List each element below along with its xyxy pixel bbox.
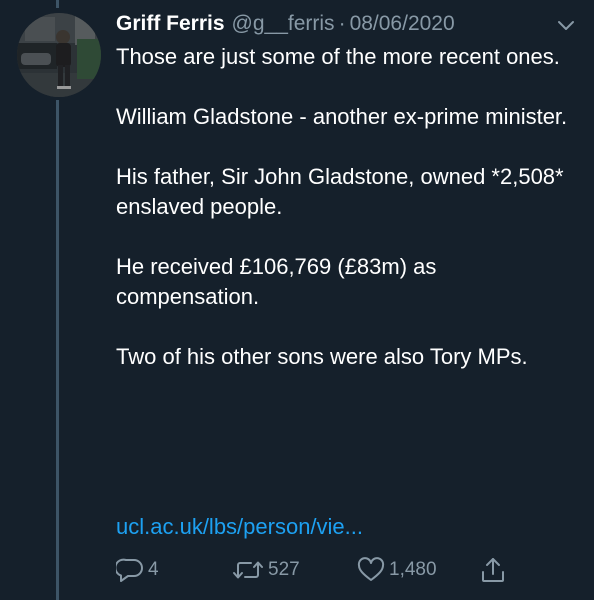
thread-line	[56, 100, 59, 600]
display-name[interactable]: Griff Ferris	[116, 12, 225, 36]
reply-count: 4	[148, 559, 159, 580]
avatar[interactable]	[17, 13, 101, 97]
chevron-down-icon[interactable]	[556, 19, 576, 33]
avatar-photo	[17, 13, 101, 97]
retweet-button[interactable]: 527	[232, 555, 300, 585]
tweet-paragraph: Those are just some of the more recent o…	[116, 44, 560, 69]
reply-button[interactable]: 4	[116, 555, 159, 585]
like-count: 1,480	[389, 559, 437, 580]
tweet-date[interactable]: 08/06/2020	[350, 12, 455, 36]
action-bar: 4 527 1,480	[116, 555, 586, 585]
share-icon	[482, 558, 504, 582]
tweet-link[interactable]: ucl.ac.uk/lbs/person/vie...	[116, 512, 363, 542]
like-button[interactable]: 1,480	[357, 555, 437, 585]
tweet-paragraph: He received £106,769 (£83m) as compensat…	[116, 254, 437, 309]
retweet-icon	[233, 561, 263, 579]
retweet-count: 527	[268, 559, 300, 580]
tweet[interactable]: Griff Ferris @g__ferris · 08/06/2020 Tho…	[0, 0, 594, 600]
tweet-paragraph: His father, Sir John Gladstone, owned *2…	[116, 164, 564, 219]
tweet-paragraph: Two of his other sons were also Tory MPs…	[116, 344, 528, 369]
thread-line-top	[56, 0, 59, 8]
tweet-header: Griff Ferris @g__ferris · 08/06/2020	[116, 12, 455, 42]
separator-dot: ·	[338, 12, 346, 35]
reply-icon	[116, 558, 143, 582]
tweet-text: Those are just some of the more recent o…	[116, 42, 576, 402]
share-button[interactable]	[480, 555, 506, 585]
tweet-paragraph: William Gladstone - another ex-prime min…	[116, 104, 568, 129]
heart-icon	[357, 557, 385, 581]
user-handle[interactable]: @g__ferris	[232, 12, 335, 36]
